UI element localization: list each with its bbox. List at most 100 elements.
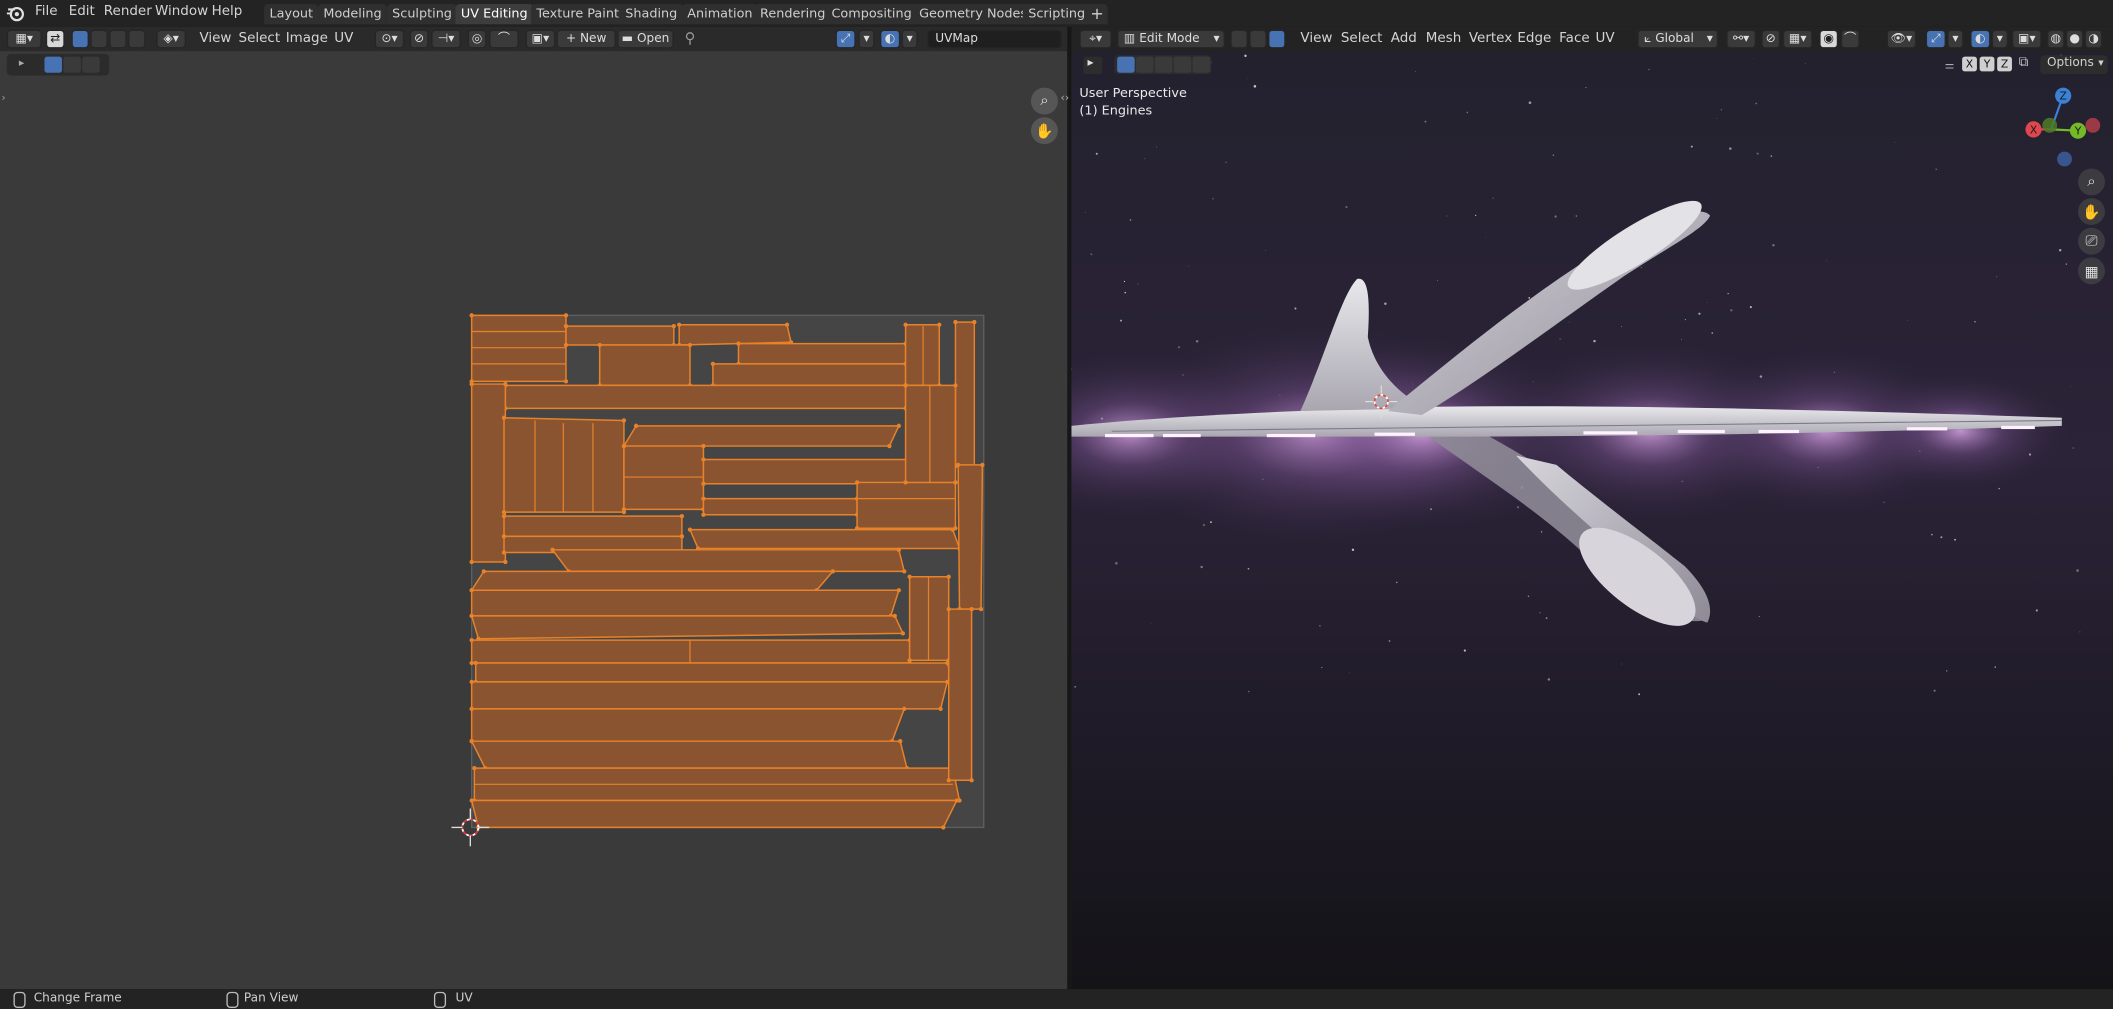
uv-menu-uv[interactable]: UV [334, 31, 353, 46]
tab-rendering[interactable]: Rendering [754, 4, 831, 25]
snap-target-icon[interactable]: ⊣▾ [431, 29, 461, 49]
viewport-overlay-icon[interactable]: ◐ [1970, 29, 1991, 49]
gizmo-dropdown-icon[interactable]: ▾ [858, 29, 875, 49]
overlay-toggle-icon[interactable]: ◐ [879, 29, 901, 49]
mode-dropdown[interactable]: ▥ Edit Mode ▾ [1117, 29, 1225, 49]
tab-shading[interactable]: Shading [619, 4, 683, 25]
transform-orientation-dropdown[interactable]: ⟀ Global ▾ [1637, 29, 1719, 49]
shading-solid-icon[interactable]: ● [2065, 29, 2084, 49]
sticky-selection-icon[interactable]: ◈▾ [156, 29, 186, 49]
menu-file[interactable]: File [35, 4, 58, 19]
menu-help[interactable]: Help [212, 4, 243, 19]
viewport-gizmo-dropdown-icon[interactable]: ▾ [1947, 29, 1964, 49]
menu-render[interactable]: Render [104, 4, 152, 19]
tab-sculpting[interactable]: Sculpting [386, 4, 458, 25]
tab-compositing[interactable]: Compositing [826, 4, 918, 25]
viewport-scene[interactable]: X YZ [1071, 26, 2113, 990]
gizmo-toggle-icon[interactable]: ⤢ [835, 29, 856, 49]
new-image-button[interactable]: + New [556, 29, 616, 49]
mirror-z-toggle[interactable]: Z [1997, 56, 2012, 72]
menu-edit[interactable]: Edit [69, 4, 95, 19]
tab-uv-editing[interactable]: UV Editing [455, 4, 534, 25]
vp-menu-uv[interactable]: UV [1596, 31, 1615, 46]
3d-viewport[interactable]: XYZ ⌖▾ ▥ Edit Mode ▾ View Select Add Mes… [1071, 26, 2113, 990]
uv-menu-select[interactable]: Select [239, 31, 281, 46]
menu-window[interactable]: Window [155, 4, 208, 19]
face-mode-icon[interactable] [1268, 29, 1286, 49]
uv-canvas[interactable] [0, 51, 1067, 989]
vp-select-intersect-icon[interactable] [1192, 56, 1211, 73]
viewport-proportional-icon[interactable]: ◉ [1819, 29, 1839, 49]
vertex-select-mode-icon[interactable] [71, 29, 89, 49]
uv-vertex [621, 507, 627, 512]
edge-select-mode-icon[interactable] [90, 29, 108, 49]
image-browse-icon[interactable]: ▣▾ [525, 29, 556, 49]
uv-island [474, 662, 954, 683]
uv-menu-view[interactable]: View [199, 31, 231, 46]
editor-type-icon[interactable]: ▦▾ [6, 29, 42, 49]
vp-menu-edge[interactable]: Edge [1517, 31, 1551, 46]
tab-layout[interactable]: Layout [264, 4, 319, 25]
falloff-icon[interactable]: ⌒ [489, 29, 519, 49]
mirror-butterfly-icon[interactable]: ⚌ [1945, 59, 1955, 71]
blender-logo-icon[interactable] [6, 4, 25, 22]
uv-vertex [503, 381, 508, 387]
tab-geometry-nodes[interactable]: Geometry Nodes [913, 4, 1033, 25]
viewport-editor-type-icon[interactable]: ⌖▾ [1079, 29, 1112, 49]
vp-select-invert-icon[interactable] [1173, 56, 1192, 73]
options-dropdown[interactable]: Options ▾ [2040, 55, 2108, 75]
uv-menu-image[interactable]: Image [286, 31, 328, 46]
vp-select-extend-icon[interactable] [1136, 56, 1154, 73]
snap-icon[interactable]: ⊘ [409, 29, 429, 49]
divider-arrows-icon[interactable]: ‹› [1061, 92, 1070, 104]
xray-icon[interactable]: ▣▾ [2011, 29, 2042, 49]
active-object-label: (1) Engines [1079, 103, 1153, 119]
tab-animation[interactable]: Animation [681, 4, 758, 25]
vp-menu-select[interactable]: Select [1341, 31, 1383, 46]
pin-icon[interactable]: ⚲ [685, 30, 696, 48]
uv-vertex [907, 658, 912, 663]
tab-texture-paint[interactable]: Texture Paint [530, 4, 625, 25]
sync-selection-icon[interactable]: ⇄ [45, 29, 65, 49]
proportional-edit-icon[interactable]: ◎ [467, 29, 487, 49]
mirror-y-toggle[interactable]: Y [1979, 56, 1995, 72]
mirror-x-toggle[interactable]: X [1962, 56, 1977, 72]
pan-view-hand-icon[interactable]: ✋ [1030, 117, 1058, 145]
vp-zoom-icon[interactable]: ⌕ [2077, 168, 2105, 196]
uv-map-field[interactable]: UVMap [927, 29, 1062, 49]
camera-view-icon[interactable]: ⎚ [2077, 227, 2105, 255]
uv-vertex [687, 527, 693, 532]
add-workspace-plus-icon[interactable]: + [1086, 4, 1108, 25]
toolbar-toggle-icon[interactable]: ▸ [1083, 56, 1103, 75]
vp-pan-hand-icon[interactable]: ✋ [2077, 198, 2105, 226]
vp-menu-view[interactable]: View [1300, 31, 1332, 46]
vp-menu-add[interactable]: Add [1391, 31, 1417, 46]
perspective-toggle-grid-icon[interactable]: ▦ [2077, 257, 2105, 285]
pivot-point-icon[interactable]: ⊙▾ [374, 29, 405, 49]
vp-select-subtract-icon[interactable] [1154, 56, 1173, 73]
tab-scripting[interactable]: Scripting [1022, 4, 1091, 25]
face-select-mode-icon[interactable] [109, 29, 127, 49]
vp-menu-vertex[interactable]: Vertex [1469, 31, 1512, 46]
vp-select-box-icon[interactable] [1117, 56, 1135, 73]
vertex-mode-icon[interactable] [1230, 29, 1248, 49]
zoom-view-icon[interactable]: ⌕ [1030, 87, 1058, 115]
viewport-gizmo-icon[interactable]: ⤢ [1925, 29, 1946, 49]
uv-editor[interactable]: ▦▾ ⇄ ◈▾ View Select Image UV ⊙▾ ⊘ ⊣▾ ◎ ⌒… [0, 26, 1068, 990]
vp-menu-mesh[interactable]: Mesh [1426, 31, 1461, 46]
visibility-icon[interactable]: 👁▾ [1886, 29, 1917, 49]
edge-mode-icon[interactable] [1249, 29, 1267, 49]
shading-wireframe-icon[interactable]: ◍ [2047, 29, 2065, 49]
tab-modeling[interactable]: Modeling [318, 4, 388, 25]
vp-menu-face[interactable]: Face [1559, 31, 1589, 46]
auto-merge-icon[interactable]: ⧉ [2019, 55, 2029, 70]
overlay-dropdown-icon[interactable]: ▾ [901, 29, 918, 49]
open-image-button[interactable]: ▬ Open [617, 29, 674, 49]
island-select-mode-icon[interactable] [128, 29, 146, 49]
viewport-overlay-dropdown-icon[interactable]: ▾ [1991, 29, 2008, 49]
viewport-snap-icon[interactable]: ⊘ [1761, 29, 1781, 49]
transform-pivot-icon[interactable]: ⚯▾ [1726, 29, 1756, 49]
viewport-falloff-icon[interactable]: ⌒ [1840, 29, 1860, 49]
snap-increment-icon[interactable]: ▦▾ [1782, 29, 1813, 49]
shading-material-icon[interactable]: ◑ [2084, 29, 2103, 49]
